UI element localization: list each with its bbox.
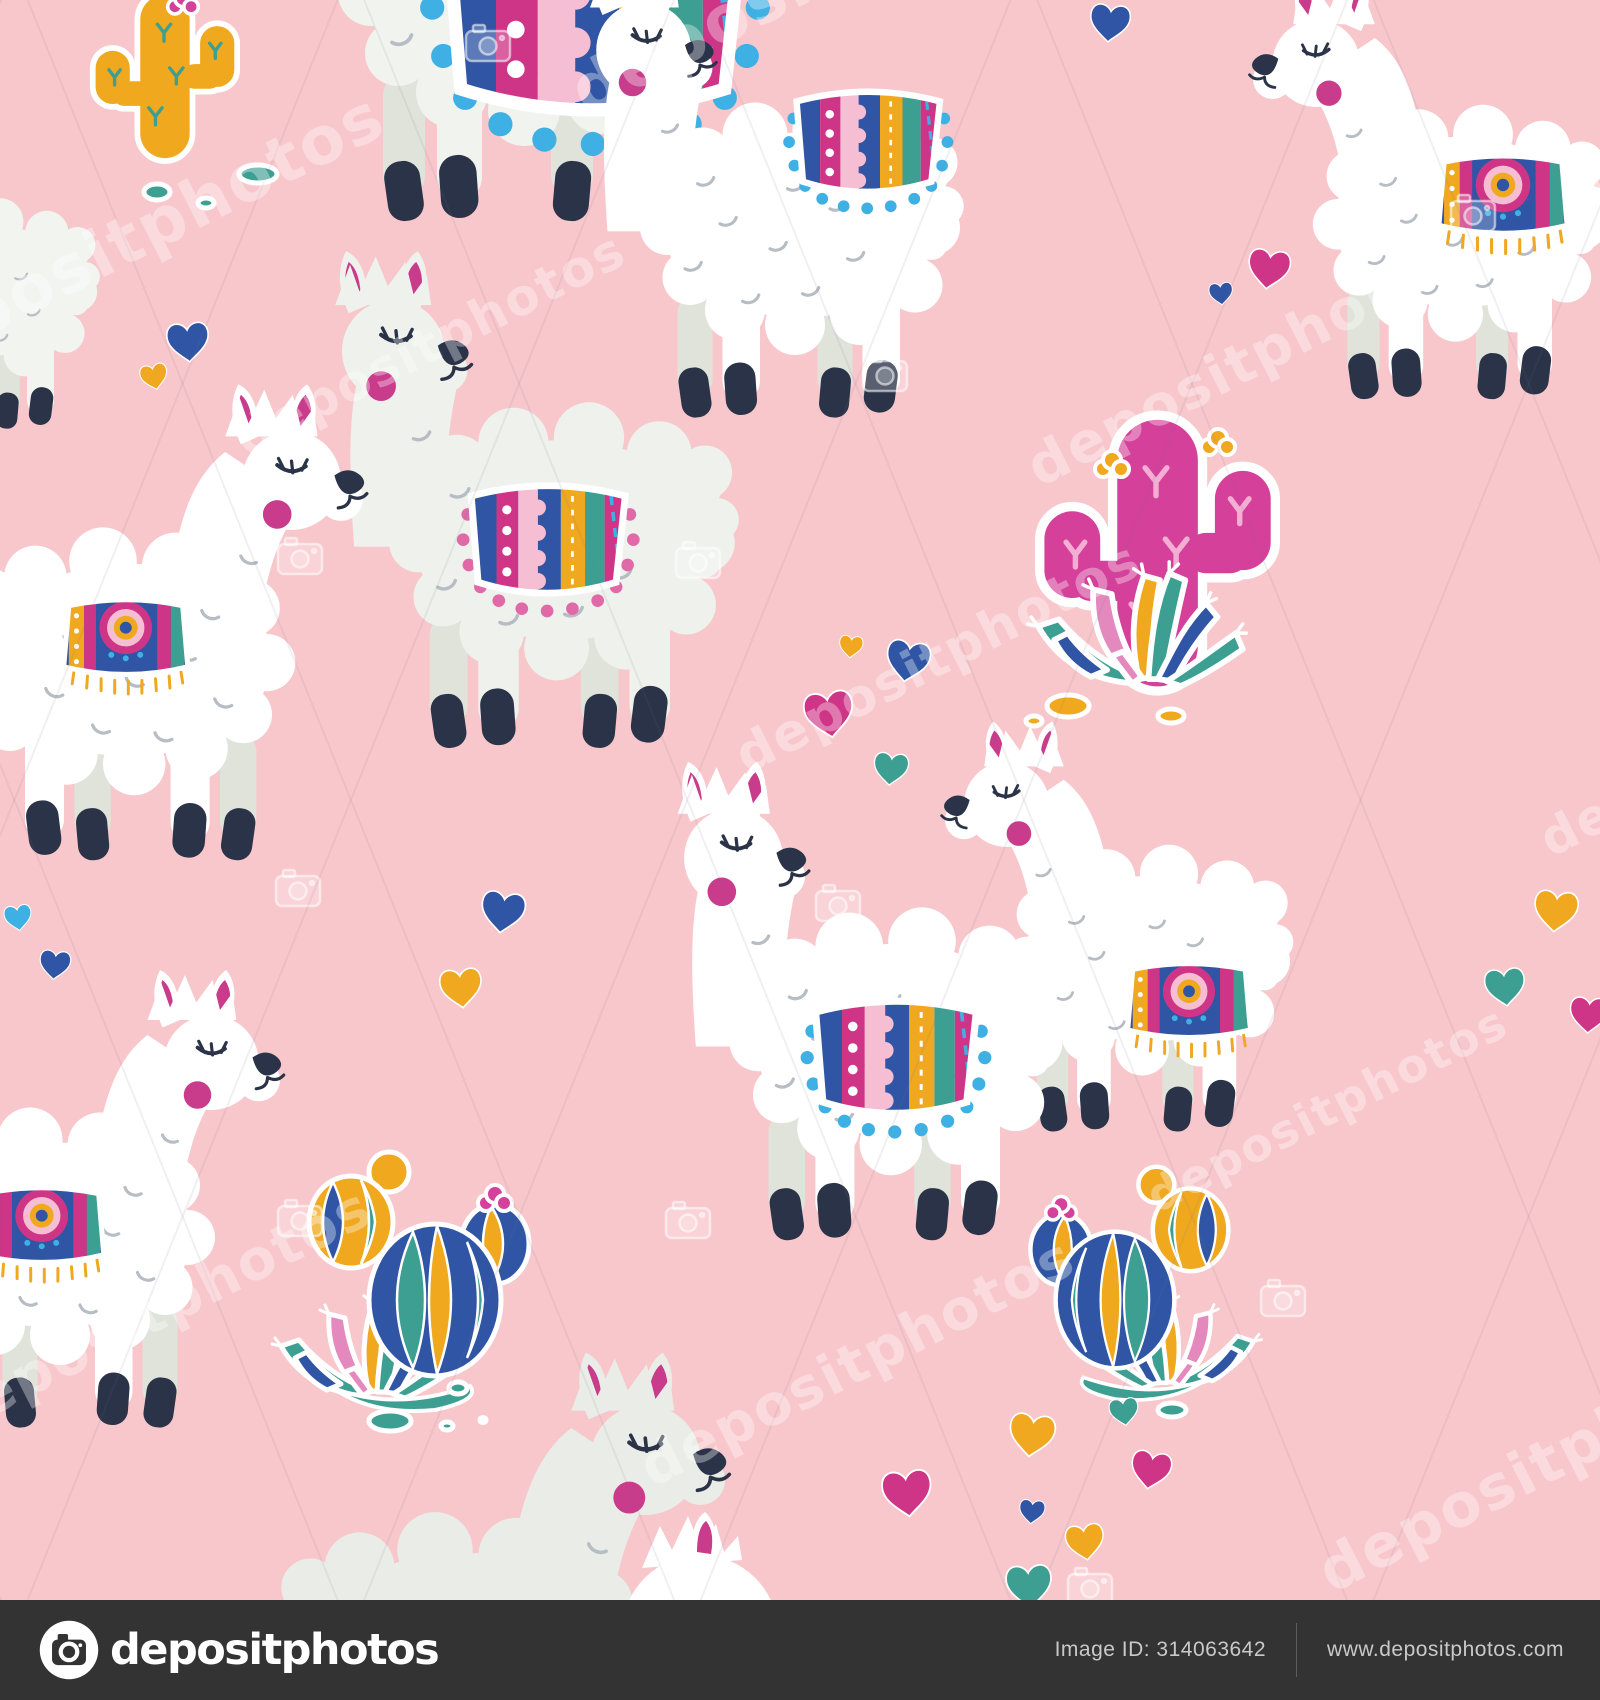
heart-icon — [1087, 2, 1133, 45]
heart-icon — [1207, 281, 1235, 307]
llama-top-middle — [588, 0, 966, 422]
llama-pattern-canvas — [0, 0, 1600, 1600]
footer-meta: Image ID: 314063642 www.depositphotos.co… — [1055, 1623, 1564, 1677]
website-text: www.depositphotos.com — [1327, 1638, 1564, 1661]
watermark-camera-icon — [274, 868, 322, 908]
heart-icon — [477, 888, 528, 937]
heart-icon — [1568, 995, 1600, 1035]
cactus-flower-icon — [1199, 427, 1237, 457]
scene-art — [0, 0, 1600, 1600]
heart-icon — [837, 634, 865, 660]
heart-icon — [165, 320, 212, 365]
watermark-camera-icon — [656, 190, 704, 230]
llama-couple-front — [0, 382, 369, 865]
pebble-icon — [1044, 692, 1092, 720]
cacti-cluster-bottom-left-icon — [272, 1152, 529, 1411]
pebble-icon — [477, 1415, 489, 1425]
heart-icon — [1005, 1410, 1058, 1461]
pebble-icon — [438, 1419, 456, 1433]
pebble-icon — [366, 1408, 414, 1434]
heart-icon — [879, 1467, 935, 1520]
heart-icon — [1017, 1498, 1047, 1526]
heart-icon — [37, 948, 73, 982]
watermark-camera-icon — [276, 536, 324, 576]
footer-bar: depositphotos Image ID: 314063642 www.de… — [0, 1600, 1600, 1700]
heart-icon — [871, 751, 911, 788]
heart-icon — [437, 966, 485, 1011]
pebble-icon — [1155, 1400, 1189, 1420]
heart-icon — [1063, 1521, 1107, 1563]
camera-logo-icon — [39, 1620, 99, 1680]
watermark-camera-icon — [861, 353, 909, 393]
depositphotos-logo: depositphotos — [36, 1617, 440, 1683]
watermark-camera-icon — [674, 540, 722, 580]
heart-icon — [801, 688, 858, 742]
llama-bottom-left — [0, 968, 286, 1432]
heart-icon — [2, 903, 34, 933]
watermark-camera-icon — [464, 23, 512, 63]
pebble-icon — [1023, 713, 1045, 729]
pebble-icon — [1155, 706, 1187, 726]
llama-top-middle-shape — [588, 0, 966, 422]
heart-icon — [1244, 246, 1293, 292]
heart-icon — [1531, 888, 1581, 935]
footer-divider — [1296, 1623, 1298, 1677]
watermark-camera-icon — [276, 1198, 324, 1238]
logo-text: depositphotos — [110, 1625, 440, 1675]
image-id-text: Image ID: 314063642 — [1054, 1638, 1267, 1661]
pebble-icon — [446, 1379, 470, 1397]
pattern-artwork: depositphotos depositphotos depositphotos d… — [0, 0, 1600, 1600]
pebble-icon — [141, 181, 173, 203]
watermark-camera-icon — [814, 883, 862, 923]
watermark-camera-icon — [1066, 1566, 1114, 1600]
watermark-camera-icon — [1449, 193, 1497, 233]
watermark-camera-icon — [1259, 1278, 1307, 1318]
heart-icon — [137, 361, 171, 393]
heart-icon — [882, 637, 934, 686]
heart-icon — [1004, 1563, 1054, 1600]
heart-icon — [1127, 1448, 1175, 1493]
llama-edge-left-shape — [0, 97, 102, 432]
llama-bottom-head-white-shape — [622, 1512, 778, 1600]
watermark-camera-icon — [664, 1200, 712, 1240]
pebble-icon — [236, 162, 280, 186]
cactus-yellow-icon — [96, 0, 235, 158]
pebble-icon — [195, 195, 217, 211]
llama-bottom-head-white — [622, 1512, 778, 1600]
llama-edge-left — [0, 97, 102, 432]
llama-top-right — [1247, 0, 1600, 403]
heart-icon — [1482, 966, 1528, 1009]
cacti-cluster-bottom-right-icon — [1030, 1167, 1261, 1400]
heart-icon — [1107, 1396, 1141, 1428]
